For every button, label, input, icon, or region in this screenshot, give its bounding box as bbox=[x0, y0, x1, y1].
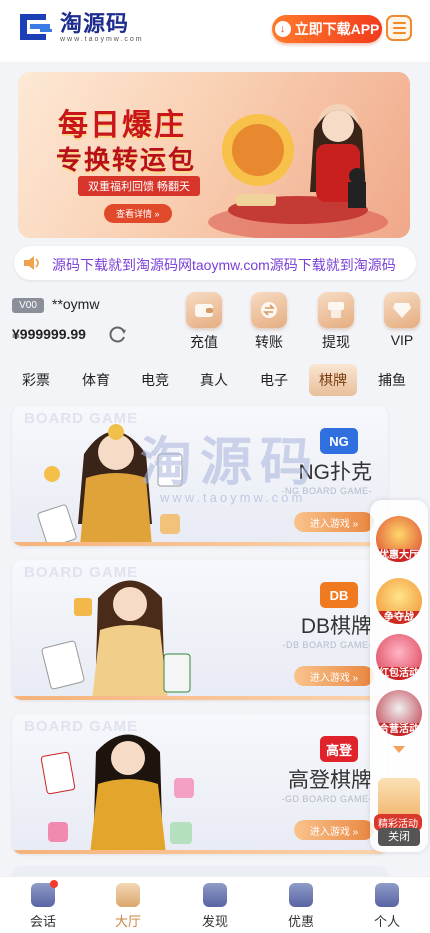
db-card-illustration bbox=[41, 580, 191, 700]
tab-slots[interactable]: 电子 bbox=[250, 364, 298, 396]
transfer-button[interactable]: 转账 bbox=[242, 292, 296, 352]
tabbar-lobby[interactable]: 大厅 bbox=[98, 883, 158, 930]
tabbar-discover[interactable]: 发现 bbox=[185, 883, 245, 930]
banner-headline: 每日爆庄 bbox=[58, 109, 186, 142]
discover-icon bbox=[203, 883, 227, 907]
tab-sports[interactable]: 体育 bbox=[72, 364, 120, 396]
logo-icon bbox=[20, 14, 52, 40]
game-card-gd-board[interactable]: BOARD GAME 高登 高登棋牌 -GD BOARD GAME- 进入游戏 … bbox=[12, 714, 388, 854]
transfer-label: 转账 bbox=[255, 334, 283, 350]
withdraw-label: 提现 bbox=[322, 334, 350, 350]
game-name: NG扑克 bbox=[298, 461, 373, 484]
tabbar-chat[interactable]: 会话 bbox=[13, 880, 73, 930]
chat-icon bbox=[31, 880, 58, 907]
hamburger-icon[interactable] bbox=[386, 15, 412, 41]
db-logo-badge: DB bbox=[320, 582, 358, 608]
deposit-label: 充值 bbox=[190, 334, 218, 350]
tabbar-profile-label: 个人 bbox=[373, 914, 400, 929]
vip-button[interactable]: VIP bbox=[375, 292, 429, 348]
tab-esports[interactable]: 电竞 bbox=[131, 364, 179, 396]
banner-details-button[interactable]: 查看详情 » bbox=[104, 204, 172, 223]
promo-hall-button[interactable]: 优惠大厅 bbox=[376, 516, 422, 562]
enter-game-button[interactable]: 进入游戏 » bbox=[294, 666, 374, 686]
game-card-ng-poker[interactable]: BOARD GAME NG NG扑克 -NG BOARD GAME- 进入游戏 … bbox=[12, 406, 388, 546]
diamond-icon bbox=[393, 303, 411, 318]
promo-redpacket-label: 红包活动 bbox=[376, 667, 422, 680]
tabbar-promo[interactable]: 优惠 bbox=[271, 883, 331, 930]
ng-logo-badge: NG bbox=[320, 428, 358, 454]
game-subtitle: -NG BOARD GAME- bbox=[281, 486, 372, 496]
game-name: DB棋牌 bbox=[300, 615, 372, 638]
floating-promo-panel: 优惠大厅 争夺战 红包活动 合营活动 精彩活动 关闭 bbox=[370, 500, 428, 852]
notification-dot bbox=[50, 880, 58, 888]
ng-card-illustration bbox=[37, 424, 183, 546]
withdraw-button[interactable]: 提现 bbox=[309, 292, 363, 352]
vip-level-badge: V00 bbox=[12, 298, 44, 313]
promo-banner[interactable]: 每日爆庄 专换转运包 双重福利回馈 畅翻天 查看详情 » bbox=[18, 72, 410, 238]
tab-lottery[interactable]: 彩票 bbox=[12, 364, 60, 396]
tabbar-lobby-label: 大厅 bbox=[114, 914, 141, 929]
vip-label: VIP bbox=[390, 332, 414, 348]
chevron-down-icon[interactable] bbox=[393, 746, 405, 753]
promo-partner-button[interactable]: 合营活动 bbox=[376, 690, 422, 736]
promo-icon bbox=[289, 883, 313, 907]
profile-icon bbox=[375, 883, 399, 907]
marquee-text: 源码下载就到淘源码网taoymw.com源码下载就到淘源码 bbox=[52, 257, 396, 273]
transfer-icon bbox=[261, 302, 277, 318]
tabbar-discover-label: 发现 bbox=[201, 914, 228, 929]
game-subtitle: -DB BOARD GAME- bbox=[282, 640, 372, 650]
tabbar-profile[interactable]: 个人 bbox=[357, 883, 417, 930]
enter-game-button[interactable]: 进入游戏 » bbox=[294, 512, 374, 532]
bottom-tab-bar: 会话 大厅 发现 优惠 个人 bbox=[0, 876, 430, 933]
banner-subheadline: 专换转运包 bbox=[56, 145, 197, 175]
game-subtitle: -GD BOARD GAME- bbox=[281, 794, 372, 804]
wallet-icon bbox=[195, 304, 213, 317]
tab-fishing[interactable]: 捕鱼 bbox=[368, 364, 416, 396]
enter-game-button[interactable]: 进入游戏 » bbox=[294, 820, 374, 840]
speaker-icon bbox=[24, 256, 39, 270]
tab-live[interactable]: 真人 bbox=[190, 364, 238, 396]
game-name: 高登棋牌 bbox=[288, 769, 372, 792]
balance-amount: ¥999999.99 bbox=[12, 326, 86, 342]
gd-logo-badge: 高登 bbox=[320, 736, 358, 762]
promo-hall-label: 优惠大厅 bbox=[376, 549, 422, 562]
banner-illustration bbox=[208, 104, 388, 238]
logo[interactable]: 淘源码 www.taoymw.com bbox=[18, 10, 144, 44]
promo-battle-button[interactable]: 争夺战 bbox=[376, 578, 422, 624]
category-tabs: 彩票 体育 电竞 真人 电子 棋牌 捕鱼 bbox=[0, 364, 430, 396]
card-accent-bar bbox=[12, 696, 388, 700]
app-header: 淘源码 www.taoymw.com ↓ 立即下载APP bbox=[0, 0, 430, 62]
withdraw-icon bbox=[328, 302, 344, 318]
tabbar-chat-label: 会话 bbox=[29, 914, 56, 929]
promo-battle-label: 争夺战 bbox=[376, 611, 422, 624]
download-app-button[interactable]: ↓ 立即下载APP bbox=[272, 15, 382, 43]
deposit-button[interactable]: 充值 bbox=[177, 292, 231, 352]
game-card-db-board[interactable]: BOARD GAME DB DB棋牌 -DB BOARD GAME- 进入游戏 … bbox=[12, 560, 388, 700]
tab-board-games[interactable]: 棋牌 bbox=[309, 364, 357, 396]
announcement-marquee[interactable]: 源码下载就到淘源码网taoymw.com源码下载就到淘源码 bbox=[14, 246, 416, 280]
close-panel-button[interactable]: 关闭 bbox=[378, 828, 420, 846]
lobby-icon bbox=[116, 883, 140, 907]
logo-title: 淘源码 bbox=[60, 10, 130, 36]
download-app-label: 立即下载APP bbox=[294, 21, 380, 37]
tabbar-promo-label: 优惠 bbox=[287, 914, 314, 929]
card-accent-bar bbox=[12, 542, 388, 546]
download-icon: ↓ bbox=[274, 21, 291, 37]
banner-tagline: 双重福利回馈 畅翻天 bbox=[78, 176, 201, 196]
promo-redpacket-button[interactable]: 红包活动 bbox=[376, 634, 422, 680]
promo-partner-label: 合营活动 bbox=[376, 723, 422, 736]
gd-card-illustration bbox=[40, 734, 194, 854]
card-accent-bar bbox=[12, 850, 388, 854]
username: **oymw bbox=[52, 296, 100, 312]
logo-subtitle: www.taoymw.com bbox=[60, 35, 144, 43]
refresh-icon[interactable] bbox=[108, 324, 128, 344]
